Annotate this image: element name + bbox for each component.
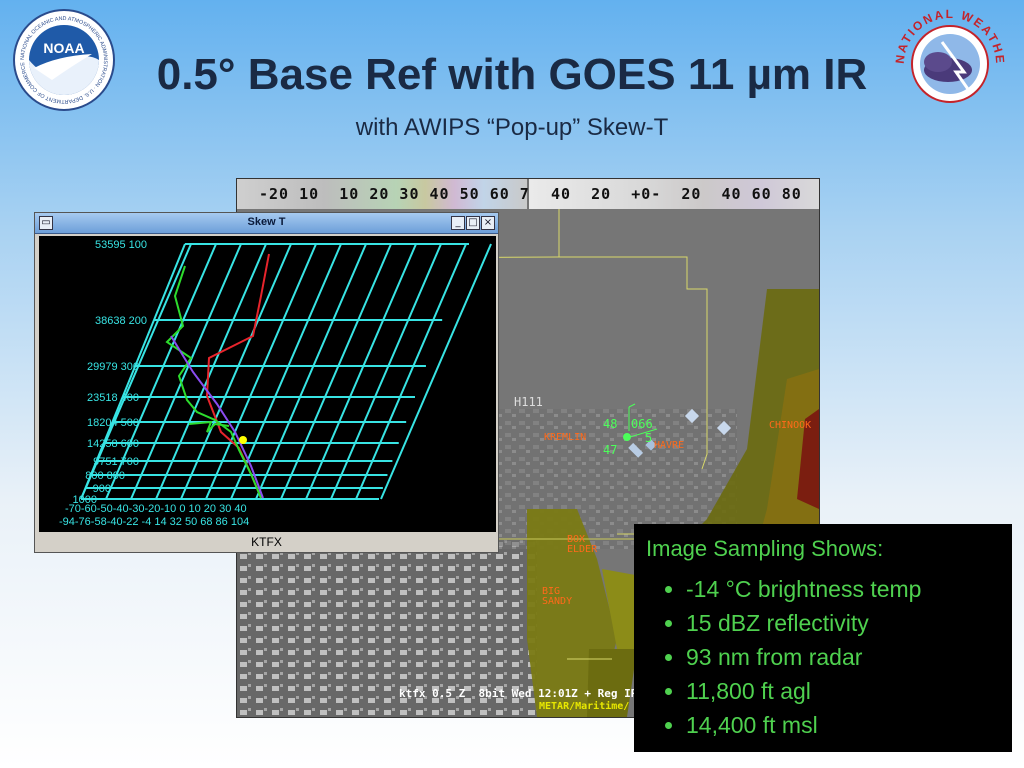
slide-title: 0.5° Base Ref with GOES 11 µm IR [156, 50, 868, 99]
info-item: 11,800 ft agl [686, 674, 921, 708]
isotherm-line [380, 243, 492, 500]
info-item: 93 nm from radar [686, 640, 921, 674]
info-item: 15 dBZ reflectivity [686, 606, 921, 640]
isobar-label: 53595 100 [95, 239, 147, 251]
skewt-station-label: KTFX [251, 535, 282, 549]
place-label: CHINOOK [769, 420, 812, 431]
fahrenheit-tick-labels: -94-76-58-40-22 -4 14 32 50 68 86 104 [59, 516, 249, 528]
high-pressure-label: H111 [514, 395, 543, 409]
isotherm-line [355, 243, 467, 500]
radar-status-line-2: METAR/Maritime/ [539, 701, 630, 712]
slide-subtitle: with AWIPS “Pop-up” Skew-T [355, 114, 669, 141]
skewt-plot: 53595 10038638 20029979 30023518 4001820… [39, 236, 496, 532]
place-label: HAVRE [654, 440, 685, 451]
place-label: KREMLIN [544, 432, 587, 443]
sample-point-marker [239, 436, 247, 444]
place-label: BOX ELDER [567, 534, 598, 555]
maximize-icon[interactable]: □ [466, 216, 480, 230]
image-sampling-box: Image Sampling Shows: -14 °C brightness … [634, 524, 1012, 752]
station-dewpoint: 47 [603, 443, 618, 457]
isobar-label: 9751 700 [93, 456, 139, 468]
skewt-window[interactable]: ▭ Skew T _ □ × 53595 100 38638 200 29979 3… [34, 212, 499, 553]
skewt-titlebar[interactable]: ▭ Skew T _ □ × [35, 213, 498, 234]
station-pressure: 066 [631, 417, 653, 431]
station-extra: 5 [645, 431, 653, 445]
skewt-window-title: Skew T [247, 216, 286, 228]
info-heading: Image Sampling Shows: [646, 536, 884, 561]
radar-status-line: ktfx 0.5 Z 8bit Wed 12:01Z + Reg IR [399, 687, 638, 700]
skewt-diagram: 53595 10038638 20029979 30023518 4001820… [59, 239, 492, 528]
place-label: BIG SANDY [542, 586, 573, 607]
isobar-label: 23518 400 [87, 392, 139, 404]
isobar-label: 29979 300 [87, 361, 139, 373]
isobar-label: 38638 200 [95, 315, 147, 327]
minimize-icon[interactable]: _ [451, 216, 465, 230]
station-temp: 48 [603, 417, 618, 431]
close-icon[interactable]: × [481, 216, 495, 230]
info-item: 14,400 ft msl [686, 708, 921, 742]
celsius-tick-labels: -70-60-50-40-30-20-10 0 10 20 30 40 [65, 503, 247, 515]
info-list: -14 °C brightness temp 15 dBZ reflectivi… [664, 572, 921, 742]
info-item: -14 °C brightness temp [686, 572, 921, 606]
